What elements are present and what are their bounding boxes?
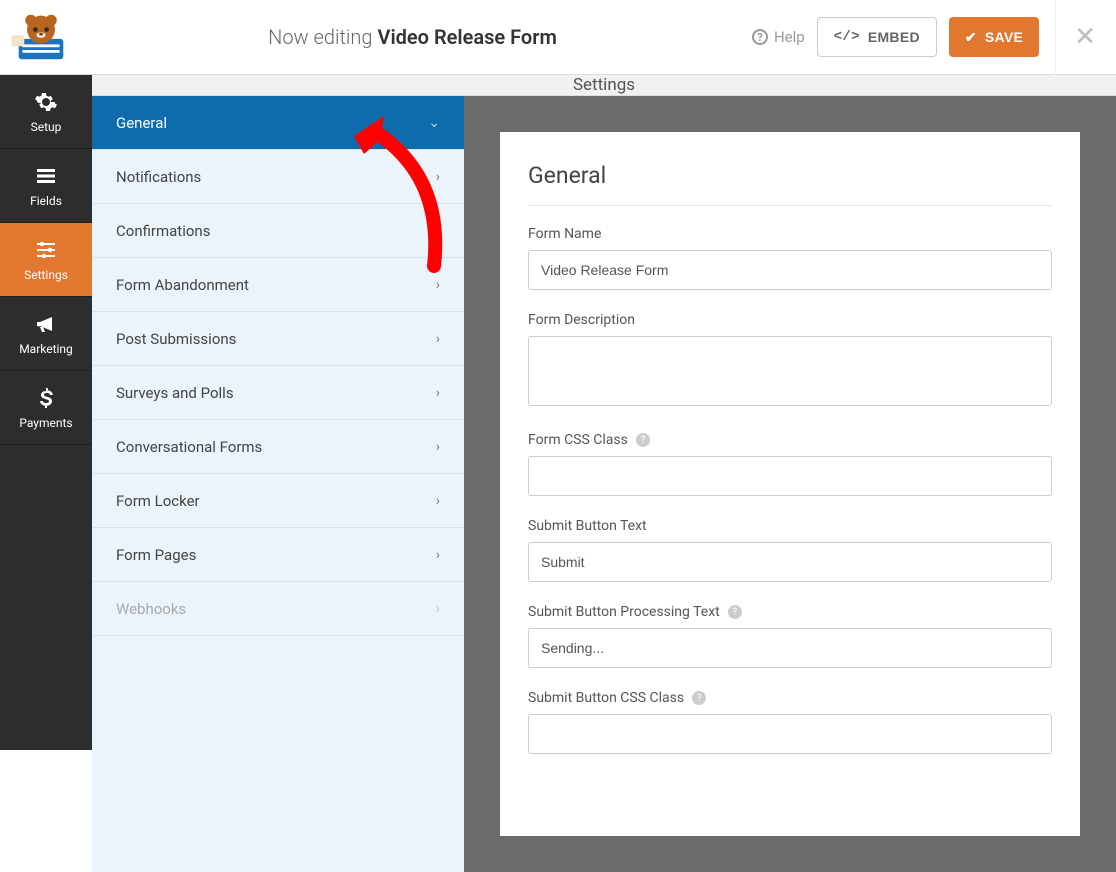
settings-item-label: Post Submissions xyxy=(116,330,236,348)
help-tooltip-icon[interactable]: ? xyxy=(636,433,650,447)
nav-label: Settings xyxy=(24,268,68,282)
settings-item-label: Form Pages xyxy=(116,546,196,564)
chevron-right-icon: › xyxy=(436,547,440,563)
save-label: SAVE xyxy=(985,29,1023,45)
settings-item-label: Surveys and Polls xyxy=(116,384,234,402)
nav-settings[interactable]: Settings xyxy=(0,223,92,297)
chevron-right-icon: › xyxy=(436,331,440,347)
settings-item-label: Webhooks xyxy=(116,600,186,618)
app-header: Now editing Video Release Form ? Help </… xyxy=(0,0,1116,75)
help-label: Help xyxy=(774,28,805,46)
help-tooltip-icon[interactable]: ? xyxy=(728,605,742,619)
code-icon: </> xyxy=(834,29,860,45)
nav-payments[interactable]: Payments xyxy=(0,371,92,445)
panel-heading: General xyxy=(528,162,1052,206)
dollar-icon xyxy=(34,386,58,410)
label-submit-button-processing-text: Submit Button Processing Text ? xyxy=(528,604,1052,620)
megaphone-icon xyxy=(34,312,58,336)
nav-label: Marketing xyxy=(19,342,73,356)
chevron-right-icon: › xyxy=(436,169,440,185)
nav-marketing[interactable]: Marketing xyxy=(0,297,92,371)
nav-label: Setup xyxy=(31,120,62,134)
input-form-css-class[interactable] xyxy=(528,456,1052,496)
help-tooltip-icon[interactable]: ? xyxy=(692,691,706,705)
embed-label: EMBED xyxy=(868,29,920,45)
help-link[interactable]: ? Help xyxy=(752,28,805,46)
sub-header: Settings xyxy=(92,75,1116,96)
embed-button[interactable]: </> EMBED xyxy=(817,17,937,57)
label-submit-button-css-class: Submit Button CSS Class ? xyxy=(528,690,1052,706)
settings-item-label: Conversational Forms xyxy=(116,438,262,456)
settings-item-form-pages[interactable]: Form Pages › xyxy=(92,528,464,582)
gear-icon xyxy=(34,90,58,114)
input-submit-button-text[interactable] xyxy=(528,542,1052,582)
label-form-description: Form Description xyxy=(528,312,1052,328)
sliders-icon xyxy=(34,238,58,262)
input-form-name[interactable] xyxy=(528,250,1052,290)
save-button[interactable]: ✔ SAVE xyxy=(949,17,1039,57)
editing-prefix: Now editing xyxy=(268,25,372,49)
header-actions: ? Help </> EMBED ✔ SAVE ✕ xyxy=(752,0,1096,75)
label-form-css-class: Form CSS Class ? xyxy=(528,432,1052,448)
check-icon: ✔ xyxy=(965,29,977,46)
list-icon xyxy=(34,164,58,188)
settings-item-post-submissions[interactable]: Post Submissions › xyxy=(92,312,464,366)
sub-header-title: Settings xyxy=(573,75,635,95)
help-icon: ? xyxy=(752,29,768,45)
chevron-right-icon: › xyxy=(436,601,440,617)
settings-item-surveys-polls[interactable]: Surveys and Polls › xyxy=(92,366,464,420)
nav-label: Payments xyxy=(19,416,72,430)
wpforms-logo xyxy=(8,10,73,65)
settings-item-form-abandonment[interactable]: Form Abandonment › xyxy=(92,258,464,312)
form-panel-container: General Form Name Form Description Form … xyxy=(464,96,1116,872)
input-form-description[interactable] xyxy=(528,336,1052,406)
editing-form-title: Video Release Form xyxy=(377,25,556,49)
label-submit-button-text: Submit Button Text xyxy=(528,518,1052,534)
nav-label: Fields xyxy=(30,194,62,208)
main-nav: Setup Fields Settings Marketing Payments xyxy=(0,75,92,750)
input-submit-button-processing-text[interactable] xyxy=(528,628,1052,668)
header-title: Now editing Video Release Form xyxy=(73,25,752,49)
close-button[interactable]: ✕ xyxy=(1055,0,1096,75)
settings-item-conversational-forms[interactable]: Conversational Forms › xyxy=(92,420,464,474)
settings-item-general[interactable]: General ⌄ xyxy=(92,96,464,150)
settings-item-webhooks[interactable]: Webhooks › xyxy=(92,582,464,636)
chevron-right-icon: › xyxy=(436,277,440,293)
settings-sidebar: General ⌄ Notifications › Confirmations … xyxy=(92,96,464,872)
nav-fields[interactable]: Fields xyxy=(0,149,92,223)
settings-item-label: Form Abandonment xyxy=(116,276,249,294)
chevron-right-icon: › xyxy=(436,439,440,455)
settings-item-label: General xyxy=(116,114,167,132)
chevron-down-icon: ⌄ xyxy=(428,115,440,131)
settings-item-notifications[interactable]: Notifications › xyxy=(92,150,464,204)
settings-item-label: Notifications xyxy=(116,168,201,186)
settings-item-label: Confirmations xyxy=(116,222,210,240)
chevron-right-icon: › xyxy=(436,223,440,239)
settings-item-form-locker[interactable]: Form Locker › xyxy=(92,474,464,528)
input-submit-button-css-class[interactable] xyxy=(528,714,1052,754)
settings-item-label: Form Locker xyxy=(116,492,200,510)
form-panel: General Form Name Form Description Form … xyxy=(500,132,1080,836)
settings-item-confirmations[interactable]: Confirmations › xyxy=(92,204,464,258)
label-form-name: Form Name xyxy=(528,226,1052,242)
chevron-right-icon: › xyxy=(436,385,440,401)
chevron-right-icon: › xyxy=(436,493,440,509)
nav-setup[interactable]: Setup xyxy=(0,75,92,149)
